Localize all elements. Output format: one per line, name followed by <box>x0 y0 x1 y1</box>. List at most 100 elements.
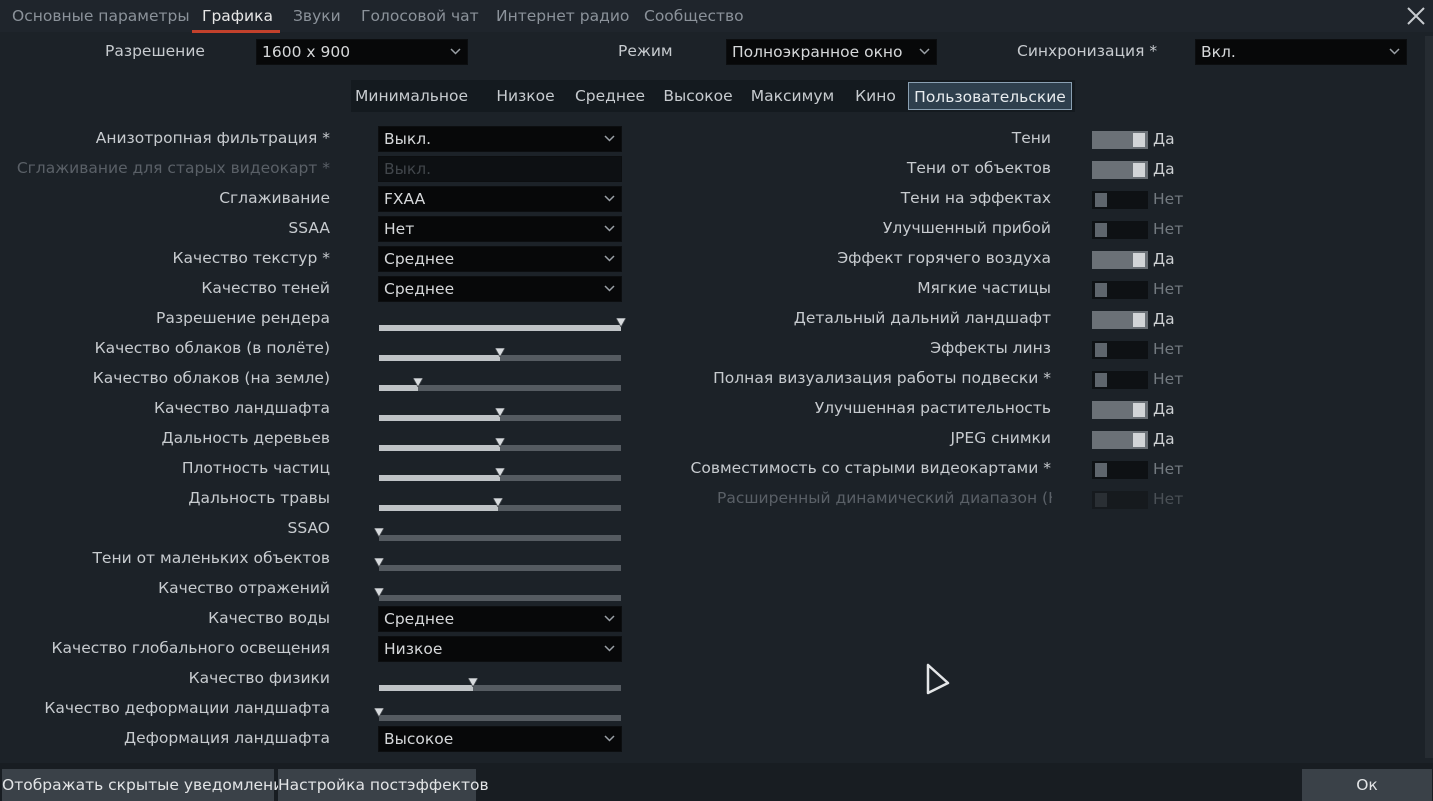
slider-thumb-icon[interactable] <box>616 318 626 327</box>
setting-slider[interactable] <box>379 378 621 391</box>
toggle-value: Да <box>1153 160 1175 178</box>
ok-button[interactable]: Ок <box>1302 769 1432 801</box>
setting-dropdown[interactable]: Среднее <box>378 246 622 272</box>
setting-label: Анизотропная фильтрация * <box>95 129 330 147</box>
setting-label: Дальность деревьев <box>161 429 330 447</box>
setting-toggle[interactable] <box>1092 341 1148 359</box>
mouse-cursor-icon <box>926 663 950 695</box>
resolution-label: Разрешение <box>105 42 205 60</box>
setting-dropdown[interactable]: Низкое <box>378 636 622 662</box>
slider-fill <box>379 505 498 511</box>
toggle-value: Нет <box>1153 190 1184 208</box>
scrollbar[interactable] <box>1425 36 1433 758</box>
tab-general[interactable]: Основные параметры <box>12 0 190 32</box>
mode-value: Полноэкранное окно <box>732 43 903 61</box>
setting-toggle[interactable] <box>1092 221 1148 239</box>
setting-slider[interactable] <box>379 348 621 361</box>
toggle-label: Улучшенная растительность <box>814 399 1051 417</box>
mode-dropdown[interactable]: Полноэкранное окно <box>726 39 937 65</box>
setting-slider[interactable] <box>379 468 621 481</box>
tab-sounds[interactable]: Звуки <box>293 0 341 32</box>
preset-6[interactable]: Пользовательские <box>908 82 1072 110</box>
tab-community[interactable]: Сообщество <box>644 0 744 32</box>
slider-fill <box>379 325 621 331</box>
setting-toggle[interactable] <box>1092 431 1148 449</box>
setting-slider[interactable] <box>374 558 621 571</box>
setting-slider[interactable] <box>379 438 621 451</box>
sync-dropdown[interactable]: Вкл. <box>1195 39 1407 65</box>
toggle-value: Да <box>1153 130 1175 148</box>
toggle-value: Да <box>1153 250 1175 268</box>
setting-slider[interactable] <box>379 318 626 331</box>
setting-dropdown: Выкл. <box>378 156 622 182</box>
toggle-value: Нет <box>1153 280 1184 298</box>
toggle-label: Эффект горячего воздуха <box>837 249 1051 267</box>
resolution-value: 1600 x 900 <box>262 43 351 61</box>
setting-slider[interactable] <box>379 408 621 421</box>
setting-dropdown[interactable]: Высокое <box>378 726 622 752</box>
slider-thumb-icon[interactable] <box>495 438 505 447</box>
setting-dropdown-value: Среднее <box>384 280 455 298</box>
setting-dropdown[interactable]: Среднее <box>378 276 622 302</box>
toggle-value: Да <box>1153 310 1175 328</box>
preset-0[interactable]: Минимальное <box>355 82 468 110</box>
setting-toggle[interactable] <box>1092 131 1148 149</box>
setting-slider[interactable] <box>374 708 621 721</box>
setting-toggle[interactable] <box>1092 281 1148 299</box>
tab-internet-radio[interactable]: Интернет радио <box>496 0 629 32</box>
toggle-knob <box>1133 313 1145 327</box>
setting-dropdown[interactable]: Выкл. <box>378 126 622 152</box>
posteffects-settings-button[interactable]: Настройка постэффектов <box>278 769 489 801</box>
toggle-knob <box>1095 223 1107 237</box>
slider-thumb-icon[interactable] <box>495 408 505 417</box>
setting-toggle[interactable] <box>1092 461 1148 479</box>
slider-thumb-icon[interactable] <box>374 588 384 597</box>
resolution-dropdown[interactable]: 1600 x 900 <box>256 39 468 65</box>
setting-toggle[interactable] <box>1092 161 1148 179</box>
toggle-value: Нет <box>1153 370 1184 388</box>
close-icon[interactable] <box>1404 4 1428 28</box>
setting-slider[interactable] <box>374 588 621 601</box>
setting-dropdown[interactable]: Среднее <box>378 606 622 632</box>
setting-label: Качество теней <box>201 279 330 297</box>
slider-thumb-icon[interactable] <box>374 558 384 567</box>
setting-toggle[interactable] <box>1092 251 1148 269</box>
setting-label: Сглаживание для старых видеокарт * <box>16 159 330 177</box>
setting-toggle[interactable] <box>1092 311 1148 329</box>
setting-slider[interactable] <box>374 528 621 541</box>
preset-5[interactable]: Кино <box>848 82 903 110</box>
preset-3[interactable]: Высокое <box>657 82 739 110</box>
setting-dropdown[interactable]: FXAA <box>378 186 622 212</box>
slider-thumb-icon[interactable] <box>468 678 479 687</box>
slider-thumb-icon[interactable] <box>492 498 503 507</box>
preset-2[interactable]: Среднее <box>570 82 650 110</box>
setting-toggle[interactable] <box>1092 191 1148 209</box>
setting-toggle[interactable] <box>1092 371 1148 389</box>
slider-thumb-icon[interactable] <box>495 468 505 477</box>
chevron-down-icon <box>604 255 615 262</box>
slider-track <box>379 715 621 721</box>
toggle-knob <box>1095 343 1107 357</box>
setting-slider[interactable] <box>379 498 621 511</box>
chevron-down-icon <box>919 48 930 55</box>
setting-label: SSAA <box>288 219 330 237</box>
toggle-label: Тени на эффектах <box>900 189 1051 207</box>
show-hidden-notifications-button[interactable]: Отображать скрытые уведомления <box>2 769 293 801</box>
slider-thumb-icon[interactable] <box>374 528 384 537</box>
slider-thumb-icon[interactable] <box>412 378 423 387</box>
setting-label: Качество глобального освещения <box>51 639 330 657</box>
setting-dropdown[interactable]: Нет <box>378 216 622 242</box>
slider-fill <box>379 445 500 451</box>
slider-thumb-icon[interactable] <box>374 708 384 717</box>
preset-1[interactable]: Низкое <box>490 82 561 110</box>
preset-4[interactable]: Максимум <box>746 82 839 110</box>
tab-graphics[interactable]: Графика <box>202 0 273 32</box>
slider-thumb-icon[interactable] <box>495 348 505 357</box>
setting-toggle[interactable] <box>1092 401 1148 419</box>
toggle-knob <box>1095 493 1107 507</box>
setting-slider[interactable] <box>379 678 621 691</box>
mode-label: Режим <box>618 42 673 60</box>
tab-voice-chat[interactable]: Голосовой чат <box>361 0 479 32</box>
toggle-label: JPEG снимки <box>950 429 1051 447</box>
active-tab-indicator <box>192 30 280 33</box>
